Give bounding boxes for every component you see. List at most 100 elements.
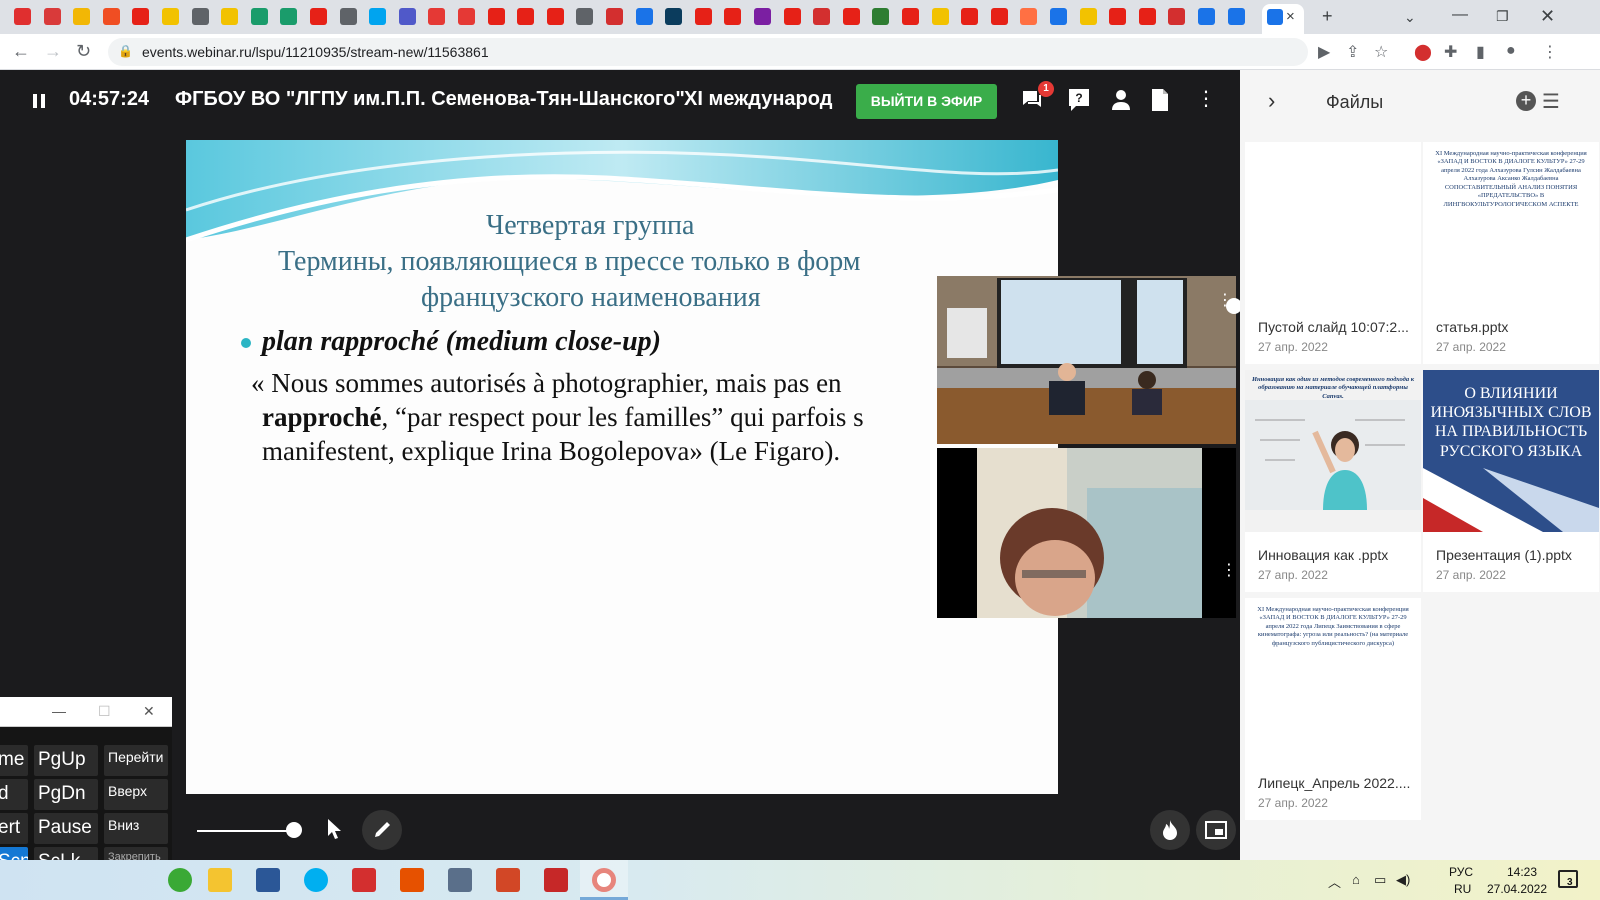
pinned-tab-favicon-icon[interactable] (398, 8, 416, 25)
osk-maximize-icon[interactable]: ☐ (98, 703, 111, 720)
pinned-tab-favicon-icon[interactable] (606, 8, 623, 25)
profile-avatar-icon[interactable]: ● (1506, 42, 1516, 60)
pinned-tab-favicon-icon[interactable] (754, 8, 771, 25)
pinned-tab-favicon-icon[interactable] (576, 8, 594, 25)
pinned-tab-favicon-icon[interactable] (369, 8, 387, 25)
show-hidden-icons-chevron-icon[interactable]: ︿ (1328, 872, 1341, 891)
osk-key[interactable]: Перейти (104, 745, 168, 776)
volume-icon[interactable]: ◀) (1396, 872, 1410, 888)
notifications-icon[interactable]: 3 (1558, 870, 1578, 888)
zoom-slider-handle[interactable] (286, 822, 302, 838)
pinned-tab-favicon-icon[interactable] (102, 8, 120, 25)
pinned-tab-favicon-icon[interactable] (872, 8, 890, 25)
file-card[interactable]: Пустой слайд 10:07:2... 27 апр. 2022 (1245, 142, 1421, 364)
powerpoint-icon[interactable] (496, 868, 520, 892)
share-icon[interactable]: ⇪ (1346, 42, 1359, 62)
picture-in-picture-button[interactable] (1196, 810, 1236, 850)
file-card[interactable]: О ВЛИЯНИИ ИНОЯЗЫЧНЫХ СЛОВ НА ПРАВИЛЬНОСТ… (1423, 370, 1599, 592)
clock-date[interactable]: 27.04.2022 (1482, 882, 1552, 896)
word-icon[interactable] (256, 868, 280, 892)
osk-key[interactable]: Вниз (104, 813, 168, 844)
pinned-tab-favicon-icon[interactable] (310, 8, 327, 25)
active-tab[interactable]: × (1262, 4, 1304, 34)
bookmark-star-icon[interactable]: ☆ (1374, 42, 1388, 62)
osk-key[interactable]: ert (0, 813, 28, 844)
reactions-button[interactable] (1150, 810, 1190, 850)
pinned-tab-favicon-icon[interactable] (339, 8, 357, 25)
pinned-tab-favicon-icon[interactable] (250, 8, 268, 25)
pinned-tab-favicon-icon[interactable] (665, 8, 683, 25)
pinned-tab-favicon-icon[interactable] (428, 8, 446, 25)
pointer-cursor-icon[interactable] (326, 818, 342, 840)
pinned-tab-favicon-icon[interactable] (842, 8, 860, 25)
pinned-tab-favicon-icon[interactable] (1138, 8, 1156, 25)
network-icon[interactable]: ⌂ (1352, 872, 1360, 887)
osk-key[interactable]: d (0, 779, 28, 810)
input-language[interactable]: РУС (1449, 865, 1473, 879)
pause-icon[interactable] (33, 94, 45, 108)
pinned-tab-favicon-icon[interactable] (162, 8, 179, 25)
pinned-tab-favicon-icon[interactable] (1050, 8, 1067, 25)
pinned-tab-favicon-icon[interactable] (635, 8, 653, 25)
side-panel-icon[interactable]: ▮ (1476, 42, 1485, 62)
pinned-tab-favicon-icon[interactable] (1109, 8, 1127, 25)
pinned-tab-favicon-icon[interactable] (517, 8, 535, 25)
url-omnibox[interactable]: 🔒 events.webinar.ru/lspu/11210935/stream… (108, 38, 1308, 66)
restore-window-icon[interactable]: ❐ (1496, 8, 1509, 25)
file-card[interactable]: Инновация как один из методов современно… (1245, 370, 1421, 592)
skype-icon[interactable] (304, 868, 328, 892)
pinned-tab-favicon-icon[interactable] (14, 8, 31, 25)
book-app-icon[interactable] (544, 868, 568, 892)
pdf-reader-icon[interactable] (400, 868, 424, 892)
drawing-tools-button[interactable] (362, 810, 402, 850)
camera-blocked-icon[interactable]: ▶ (1318, 42, 1330, 62)
pinned-tab-favicon-icon[interactable] (1198, 8, 1215, 25)
pinned-tab-favicon-icon[interactable] (73, 8, 91, 25)
pinned-tab-favicon-icon[interactable] (458, 8, 475, 25)
pinned-tab-favicon-icon[interactable] (132, 8, 150, 25)
pinned-tab-favicon-icon[interactable] (487, 8, 505, 25)
osk-key[interactable]: me (0, 745, 28, 776)
taskbar-app-icon[interactable] (168, 868, 192, 892)
pinned-tab-favicon-icon[interactable] (961, 8, 979, 25)
participant-video-webcam[interactable]: ⋮ (937, 448, 1236, 618)
minimize-window-icon[interactable]: — (1452, 6, 1468, 24)
participants-icon[interactable] (1110, 88, 1132, 112)
opera-extension-icon[interactable]: ⬤ (1414, 42, 1432, 62)
more-vertical-icon[interactable]: ⋮ (1196, 86, 1216, 111)
list-view-icon[interactable]: ☰ (1542, 89, 1560, 114)
pinned-tab-favicon-icon[interactable] (813, 8, 831, 25)
network-app-icon[interactable] (448, 868, 472, 892)
pinned-tab-favicon-icon[interactable] (280, 8, 298, 25)
speaker-video-conference-hall[interactable]: ⋮ (937, 276, 1236, 444)
osk-key[interactable]: Вверх (104, 779, 168, 810)
osk-key[interactable]: PgUp (34, 745, 98, 776)
file-card[interactable]: XI Международная научно-практическая кон… (1423, 142, 1599, 364)
pinned-tab-favicon-icon[interactable] (221, 8, 239, 25)
pinned-tab-favicon-icon[interactable] (724, 8, 742, 25)
pinned-tab-favicon-icon[interactable] (1079, 8, 1097, 25)
video2-menu-icon[interactable]: ⋮ (1221, 563, 1236, 579)
osk-key[interactable]: PgDn (34, 779, 98, 810)
forward-arrow-icon[interactable]: → (44, 41, 62, 62)
go-live-button[interactable]: ВЫЙТИ В ЭФИР (856, 84, 997, 119)
mail-app-icon[interactable] (352, 868, 376, 892)
reload-icon[interactable]: ↻ (76, 41, 91, 62)
pinned-tab-favicon-icon[interactable] (931, 8, 949, 25)
pinned-tab-favicon-icon[interactable] (191, 8, 209, 25)
zoom-slider-track[interactable] (197, 830, 294, 832)
osk-key[interactable]: Pause (34, 813, 98, 844)
file-explorer-icon[interactable] (208, 868, 232, 892)
extensions-puzzle-icon[interactable]: ✚ (1444, 42, 1457, 62)
pinned-tab-favicon-icon[interactable] (546, 8, 564, 25)
file-card[interactable]: XI Международная научно-практическая кон… (1245, 598, 1421, 820)
pinned-tab-favicon-icon[interactable] (902, 8, 919, 25)
tab-search-chevron-icon[interactable]: ⌄ (1404, 9, 1416, 26)
browser-menu-icon[interactable]: ⋮ (1542, 42, 1558, 62)
osk-minimize-icon[interactable]: — (52, 703, 66, 719)
tab-close-icon[interactable]: × (1286, 8, 1295, 25)
pinned-tab-favicon-icon[interactable] (43, 8, 61, 25)
url-text[interactable]: events.webinar.ru/lspu/11210935/stream-n… (142, 44, 489, 60)
pinned-tab-favicon-icon[interactable] (1168, 8, 1186, 25)
pinned-tab-favicon-icon[interactable] (1020, 8, 1038, 25)
